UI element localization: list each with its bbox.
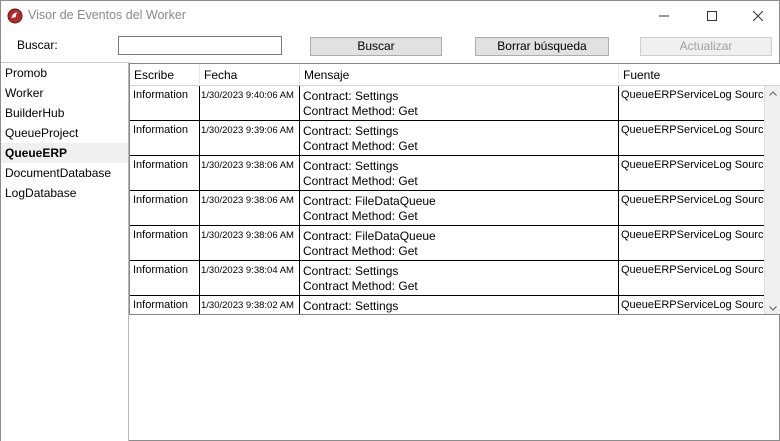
message-line-2: Contract Method: Get <box>303 174 418 188</box>
grid-header: Escribe Fecha Mensaje Fuente <box>130 64 780 86</box>
maximize-button[interactable] <box>689 1 735 31</box>
cell-escribe: Information <box>130 296 200 314</box>
message-line-1: Contract: FileDataQueue <box>303 194 436 208</box>
cell-fecha: 1/30/2023 9:40:06 AM <box>200 86 300 121</box>
cell-fecha: 1/30/2023 9:39:06 AM <box>200 121 300 156</box>
cell-fuente: QueueERPServiceLog Source <box>621 89 764 101</box>
cell-escribe: Information <box>130 86 200 121</box>
message-line-2: Contract Method: Get <box>303 244 418 258</box>
window-title: Visor de Eventos del Worker <box>28 8 186 22</box>
cell-escribe: Information <box>130 226 200 261</box>
cell-mensaje: Contract: Settings Contract Method: Get <box>300 156 619 191</box>
table-row[interactable]: Information 1/30/2023 9:38:06 AM Contrac… <box>130 156 764 191</box>
cell-escribe: Information <box>130 156 200 191</box>
title-bar[interactable]: Visor de Eventos del Worker <box>1 1 779 31</box>
message-line-2: Contract Method: Get <box>303 279 418 293</box>
cell-mensaje: Contract: Settings Contract Method: Get <box>300 86 619 121</box>
refresh-button[interactable]: Actualizar <box>640 37 772 56</box>
table-row[interactable]: Information 1/30/2023 9:38:06 AM Contrac… <box>130 226 764 261</box>
cell-fecha: 1/30/2023 9:38:06 AM <box>200 191 300 226</box>
close-button[interactable] <box>735 1 780 31</box>
cell-mensaje: Contract: Settings Contract Method: Get <box>300 261 619 296</box>
cell-mensaje: Contract: Settings Contract Method: Get <box>300 121 619 156</box>
column-header-escribe[interactable]: Escribe <box>130 64 200 86</box>
main-window: Visor de Eventos del Worker Buscar: Busc… <box>0 0 780 441</box>
events-grid: Escribe Fecha Mensaje Fuente Information… <box>129 63 780 315</box>
message-line-2: Contract Method: Get <box>303 139 418 153</box>
search-label: Buscar: <box>17 38 58 52</box>
message-line-1: Contract: Settings <box>303 299 399 313</box>
sidebar-item-worker[interactable]: Worker <box>1 83 128 103</box>
table-row[interactable]: Information 1/30/2023 9:38:06 AM Contrac… <box>130 191 764 226</box>
column-header-fecha[interactable]: Fecha <box>200 64 300 86</box>
app-logo-icon <box>7 8 23 24</box>
maximize-icon <box>707 11 717 21</box>
table-row[interactable]: Information 1/30/2023 9:38:04 AM Contrac… <box>130 261 764 296</box>
search-input[interactable] <box>118 36 282 55</box>
cell-fuente: QueueERPServiceLog Source <box>621 299 764 311</box>
sidebar-item-promob[interactable]: Promob <box>1 63 128 83</box>
minimize-button[interactable] <box>641 1 687 31</box>
cell-fuente: QueueERPServiceLog Source <box>621 124 764 136</box>
vertical-scrollbar[interactable] <box>764 86 780 314</box>
cell-escribe: Information <box>130 191 200 226</box>
column-header-fuente[interactable]: Fuente <box>619 64 780 86</box>
cell-mensaje: Contract: FileDataQueue Contract Method: … <box>300 191 619 226</box>
cell-fecha: 1/30/2023 9:38:04 AM <box>200 261 300 296</box>
chevron-down-icon <box>769 305 777 311</box>
search-button[interactable]: Buscar <box>310 37 442 56</box>
minimize-icon <box>659 15 669 17</box>
chevron-up-icon <box>769 90 777 96</box>
sidebar-item-queueproject[interactable]: QueueProject <box>1 123 128 143</box>
table-row[interactable]: Information 1/30/2023 9:40:06 AM Contrac… <box>130 86 764 121</box>
table-row[interactable]: Information 1/30/2023 9:38:02 AM Contrac… <box>130 296 764 314</box>
message-line-1: Contract: Settings <box>303 124 399 138</box>
service-list: Promob Worker BuilderHub QueueProject Qu… <box>1 62 129 441</box>
cell-escribe: Information <box>130 261 200 296</box>
cell-fecha: 1/30/2023 9:38:06 AM <box>200 226 300 261</box>
message-line-1: Contract: Settings <box>303 159 399 173</box>
clear-search-button[interactable]: Borrar búsqueda <box>475 37 609 56</box>
cell-escribe: Information <box>130 121 200 156</box>
cell-fecha: 1/30/2023 9:38:02 AM <box>200 296 300 314</box>
table-row[interactable]: Information 1/30/2023 9:39:06 AM Contrac… <box>130 121 764 156</box>
sidebar-item-logdatabase[interactable]: LogDatabase <box>1 183 128 203</box>
scroll-up-button[interactable] <box>765 86 780 100</box>
cell-mensaje: Contract: FileDataQueue Contract Method: … <box>300 226 619 261</box>
message-line-2: Contract Method: Get <box>303 104 418 118</box>
cell-fuente: QueueERPServiceLog Source <box>621 194 764 206</box>
cell-fecha: 1/30/2023 9:38:06 AM <box>200 156 300 191</box>
close-icon <box>753 11 763 21</box>
cell-mensaje: Contract: Settings <box>300 296 619 314</box>
cell-fuente: QueueERPServiceLog Source <box>621 159 764 171</box>
column-header-mensaje[interactable]: Mensaje <box>300 64 619 86</box>
message-line-1: Contract: FileDataQueue <box>303 229 436 243</box>
sidebar-item-documentdatabase[interactable]: DocumentDatabase <box>1 163 128 183</box>
message-line-1: Contract: Settings <box>303 89 399 103</box>
sidebar-item-builderhub[interactable]: BuilderHub <box>1 103 128 123</box>
message-line-1: Contract: Settings <box>303 264 399 278</box>
cell-fuente: QueueERPServiceLog Source <box>621 229 764 241</box>
message-line-2: Contract Method: Get <box>303 209 418 223</box>
cell-fuente: QueueERPServiceLog Source <box>621 264 764 276</box>
sidebar-item-queueerp[interactable]: QueueERP <box>1 143 128 163</box>
scroll-down-button[interactable] <box>765 301 780 314</box>
